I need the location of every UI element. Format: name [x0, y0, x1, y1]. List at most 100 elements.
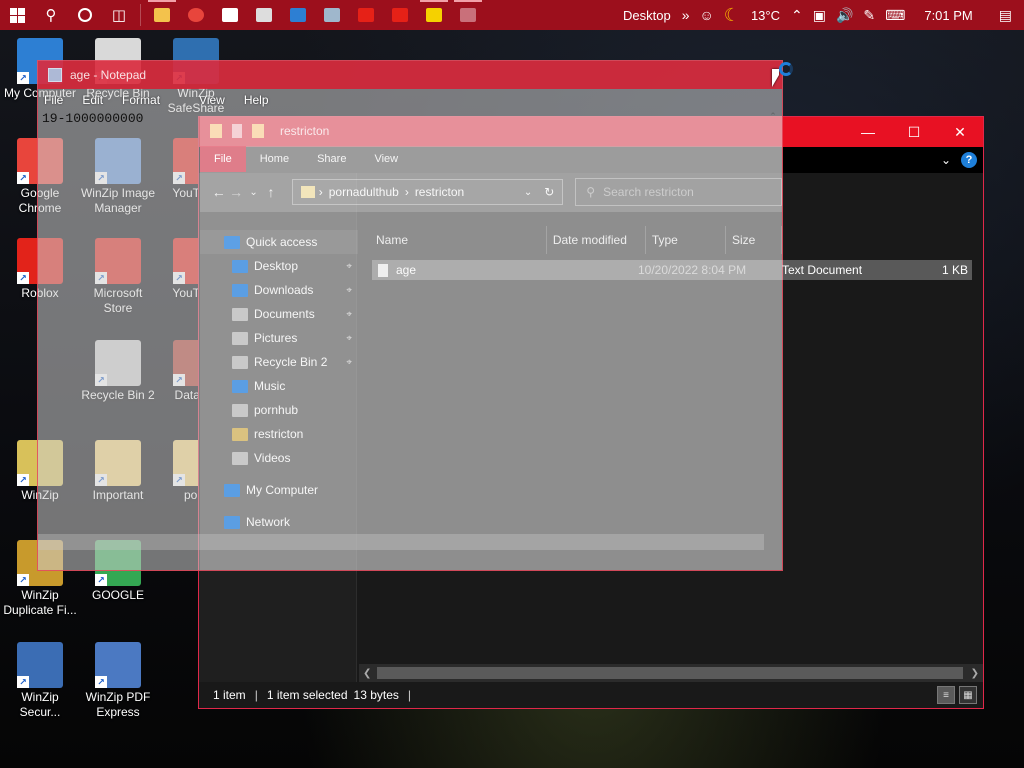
sidebar-item-pornhub[interactable]: pornhub [200, 398, 358, 422]
address-bar[interactable]: › pornadulthub › restricton ⌄ ↻ [291, 179, 564, 205]
start-button[interactable] [0, 0, 34, 30]
taskbar-roblox[interactable] [247, 0, 281, 30]
pin-icon: ⌖ [346, 356, 352, 368]
notification-icon[interactable]: ▤ [987, 7, 1024, 24]
taskbar-notepad[interactable] [451, 0, 485, 30]
network-icon[interactable]: ▣ [808, 7, 831, 24]
menu-help[interactable]: Help [244, 93, 269, 107]
chevron-up-icon[interactable]: ⌃ [786, 7, 808, 24]
sidebar-item-music[interactable]: Music [200, 374, 358, 398]
task-view-icon: ◫ [111, 7, 127, 24]
notepad-title-bar[interactable]: age - Notepad [38, 61, 782, 89]
cortana-icon [78, 8, 92, 22]
refresh-icon[interactable]: ↻ [544, 185, 554, 199]
column-type[interactable]: Type [646, 226, 726, 254]
back-arrow-icon[interactable]: ← [210, 184, 227, 200]
taskbar-file-explorer[interactable] [145, 0, 179, 30]
desktop-icon-winzip-pdf-express[interactable]: ↗ WinZip PDF Express [78, 642, 158, 720]
sidebar-item-label: Downloads [254, 283, 314, 297]
close-button[interactable]: ✕ [937, 117, 983, 147]
taskbar-youtube-1[interactable] [349, 0, 383, 30]
sidebar-item-label: restricton [254, 427, 304, 441]
status-item-count: 1 item [213, 688, 246, 702]
clock[interactable]: 7:01 PM [910, 0, 986, 30]
horizontal-scrollbar[interactable]: ❮ ❯ [359, 664, 983, 682]
cortana-button[interactable] [68, 0, 102, 30]
maximize-button[interactable]: ☐ [891, 117, 937, 147]
sidebar-item-pictures[interactable]: Pictures ⌖ [200, 326, 358, 350]
notepad-text-area[interactable]: 19-1000000000 [42, 111, 143, 126]
menu-file[interactable]: File [44, 93, 63, 107]
explorer-ghost-body: Quick access Desktop ⌖ Downloads ⌖ Documents ⌖… [200, 212, 972, 570]
desktop-icon-winzip-secur[interactable]: ↗ WinZip Secur... [0, 642, 80, 720]
column-size[interactable]: Size [726, 226, 782, 254]
taskbar-sticky-notes[interactable] [417, 0, 451, 30]
tab-share[interactable]: Share [303, 146, 360, 172]
pen-icon[interactable]: ✎ [858, 7, 880, 24]
explorer-ghost-title-bar: restricton [200, 116, 782, 146]
volume-icon[interactable]: 🔊 [831, 7, 858, 24]
recent-chevron-icon[interactable]: ⌄ [245, 187, 262, 198]
minimize-button[interactable]: — [845, 117, 891, 147]
scroll-left-icon[interactable]: ❮ [363, 668, 371, 679]
status-bar: 1 item | 1 item selected 13 bytes | ≡ ▦ [199, 682, 983, 708]
file-date: 10/20/2022 8:04 PM [638, 263, 747, 277]
task-view-button[interactable]: ◫ [102, 0, 136, 30]
close-icon: ✕ [954, 123, 966, 140]
video-icon [232, 451, 248, 465]
keyboard-icon[interactable]: ⌨ [880, 7, 910, 24]
chevron-right-icon[interactable]: » [677, 7, 695, 23]
tab-view[interactable]: View [360, 146, 412, 172]
column-date-modified[interactable]: Date modified [547, 226, 646, 254]
shortcut-arrow-icon: ↗ [17, 676, 29, 688]
address-dropdown-icon[interactable]: ⌄ [524, 187, 532, 198]
pin-icon: ⌖ [346, 284, 352, 296]
menu-edit[interactable]: Edit [82, 93, 103, 107]
scrollbar-thumb[interactable] [377, 667, 963, 679]
sidebar-item-documents[interactable]: Documents ⌖ [200, 302, 358, 326]
search-button[interactable]: ⚲ [34, 0, 68, 30]
ribbon-tabs: File Home Share View [200, 146, 782, 172]
taskbar: ⚲ ◫ Desktop » ☺ ☾ 13°C ⌃ ▣ 🔊 ✎ ⌨ 7:01 PM… [0, 0, 1024, 30]
app-icon [290, 8, 306, 22]
app-icon: ↗ [17, 642, 63, 688]
taskbar-photos[interactable] [315, 0, 349, 30]
sidebar-item-my-computer[interactable]: My Computer [200, 478, 358, 502]
breadcrumb-pornadulthub[interactable]: pornadulthub [329, 185, 399, 199]
sidebar-item-desktop[interactable]: Desktop ⌖ [200, 254, 358, 278]
sidebar-item-recycle-bin-2[interactable]: Recycle Bin 2 ⌖ [200, 350, 358, 374]
people-icon[interactable]: ☺ [695, 7, 719, 23]
taskbar-youtube-2[interactable] [383, 0, 417, 30]
sidebar-item-network[interactable]: Network [200, 510, 358, 534]
sidebar-item-downloads[interactable]: Downloads ⌖ [200, 278, 358, 302]
column-name[interactable]: Name [370, 226, 547, 254]
file-type: Text Document [782, 263, 863, 277]
taskbar-store[interactable] [213, 0, 247, 30]
up-arrow-icon[interactable]: ↑ [262, 184, 279, 200]
breadcrumb-restricton[interactable]: restricton [415, 185, 464, 199]
scroll-right-icon[interactable]: ❯ [971, 668, 979, 679]
moon-weather-icon[interactable]: ☾ [719, 5, 745, 26]
tab-home[interactable]: Home [246, 146, 303, 172]
taskbar-app-blue[interactable] [281, 0, 315, 30]
forward-arrow-icon[interactable]: → [227, 184, 244, 200]
search-box[interactable]: ⚲ Search restricton [575, 178, 782, 206]
sidebar-item-restricton[interactable]: restricton [200, 422, 358, 446]
menu-view[interactable]: View [199, 93, 225, 107]
desktop-toolbar-label[interactable]: Desktop [617, 0, 677, 30]
sidebar-item-quick-access[interactable]: Quick access [200, 230, 358, 254]
sidebar-item-videos[interactable]: Videos [200, 446, 358, 470]
menu-format[interactable]: Format [122, 93, 160, 107]
table-row[interactable]: age 10/20/2022 8:04 PM Text Document 1 K… [372, 260, 972, 280]
notepad-icon [460, 8, 476, 22]
chevron-down-icon[interactable]: ⌄ [941, 153, 951, 167]
shortcut-arrow-icon: ↗ [17, 272, 29, 284]
sidebar-item-label: Videos [254, 451, 291, 465]
details-view-icon[interactable]: ≡ [937, 686, 955, 704]
large-icons-view-icon[interactable]: ▦ [959, 686, 977, 704]
help-icon[interactable]: ? [961, 152, 977, 168]
tab-file[interactable]: File [200, 146, 246, 172]
taskbar-chrome[interactable] [179, 0, 213, 30]
temperature[interactable]: 13°C [745, 0, 786, 30]
pin-icon: ⌖ [346, 308, 352, 320]
